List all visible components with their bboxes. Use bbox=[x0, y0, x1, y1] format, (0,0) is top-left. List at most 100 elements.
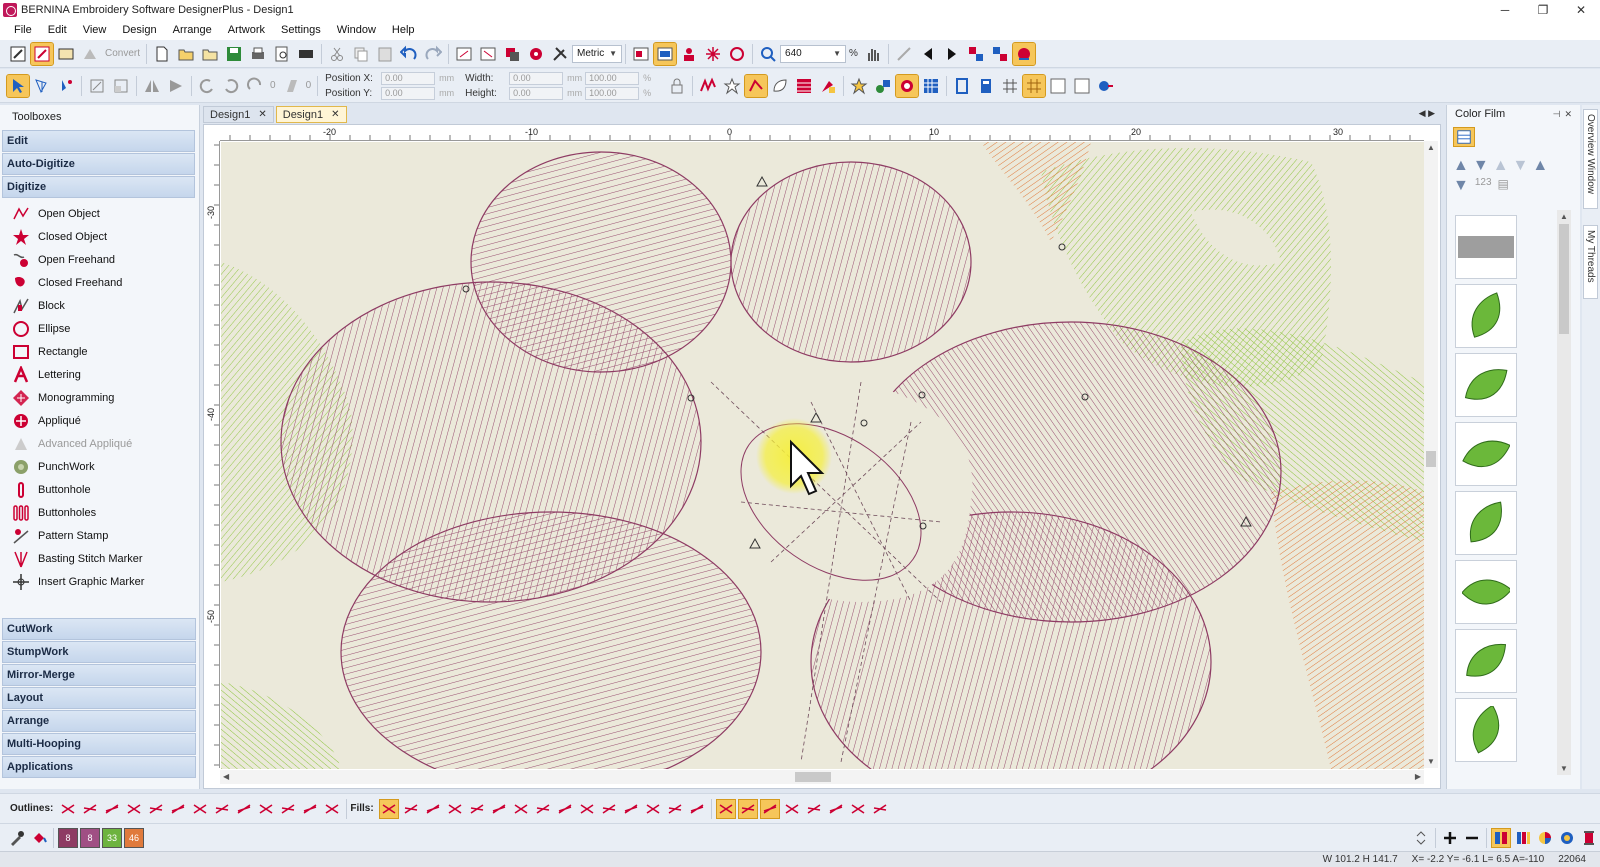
toolbox-mirror-merge[interactable]: Mirror-Merge bbox=[2, 664, 196, 686]
brush-icon[interactable] bbox=[817, 75, 839, 97]
previous-icon[interactable] bbox=[917, 43, 939, 65]
scroll-up-icon[interactable]: ▲ bbox=[1427, 143, 1435, 152]
pattern-fill-icon[interactable] bbox=[424, 800, 442, 818]
rotate-left-icon[interactable] bbox=[196, 75, 218, 97]
new-file-icon[interactable] bbox=[151, 43, 173, 65]
close-tab-icon[interactable]: ✕ bbox=[331, 109, 339, 120]
fancy-fill-icon[interactable] bbox=[446, 800, 464, 818]
menu-settings[interactable]: Settings bbox=[273, 24, 329, 36]
move-last-icon[interactable]: ▼ bbox=[1513, 157, 1529, 175]
tool-buttonhole[interactable]: Buttonhole bbox=[0, 478, 199, 501]
tool-pattern-stamp[interactable]: Pattern Stamp bbox=[0, 524, 199, 547]
scroll-left-icon[interactable]: ◀ bbox=[223, 772, 229, 781]
next-icon[interactable] bbox=[941, 43, 963, 65]
machine-connect-icon[interactable] bbox=[1095, 75, 1117, 97]
paste-icon[interactable] bbox=[374, 43, 396, 65]
tool-lettering[interactable]: Lettering bbox=[0, 363, 199, 386]
toolbox-layout[interactable]: Layout bbox=[2, 687, 196, 709]
tool-rectangle[interactable]: Rectangle bbox=[0, 340, 199, 363]
show-all-colors-icon[interactable] bbox=[1453, 127, 1475, 147]
move-top-icon[interactable]: ▲ bbox=[1532, 157, 1548, 175]
grid-fill-icon[interactable] bbox=[920, 75, 942, 97]
tab-scroll-arrows-icon[interactable]: ◀ ▶ bbox=[1419, 108, 1435, 119]
pattern-fill-icon[interactable] bbox=[895, 73, 920, 98]
tool-applique[interactable]: Appliqué bbox=[0, 409, 199, 432]
tool-punchwork[interactable]: PunchWork bbox=[0, 455, 199, 478]
tool-monogramming[interactable]: Monogramming bbox=[0, 386, 199, 409]
menu-edit[interactable]: Edit bbox=[40, 24, 75, 36]
hoop-icon[interactable] bbox=[55, 43, 77, 65]
save-icon[interactable] bbox=[223, 43, 245, 65]
show-stitches-icon[interactable] bbox=[702, 43, 724, 65]
wave-fill-icon[interactable] bbox=[644, 800, 662, 818]
shapes-icon[interactable] bbox=[872, 75, 894, 97]
thread-color-chip[interactable]: 46 bbox=[124, 827, 144, 848]
satin-outline-icon[interactable] bbox=[125, 800, 143, 818]
tool-open-freehand[interactable]: Open Freehand bbox=[0, 248, 199, 271]
color-film-scroll-thumb[interactable] bbox=[1559, 224, 1569, 334]
rotate-value[interactable]: 0 bbox=[270, 80, 276, 91]
export-machine-icon[interactable] bbox=[295, 43, 317, 65]
paint-bucket-icon[interactable] bbox=[30, 829, 48, 847]
spinner-icon[interactable] bbox=[1412, 829, 1430, 847]
select-arrow-icon[interactable] bbox=[6, 73, 30, 98]
polygon-select-icon[interactable] bbox=[31, 75, 53, 97]
toolbox-edit[interactable]: Edit bbox=[2, 130, 195, 152]
star-fill-icon[interactable] bbox=[600, 800, 618, 818]
height-field[interactable]: 0.00 bbox=[509, 86, 564, 100]
tab-design1[interactable]: Design1 ✕ bbox=[203, 106, 274, 123]
gradient-icon[interactable] bbox=[737, 798, 758, 819]
stipple-icon[interactable] bbox=[827, 800, 845, 818]
convert-icon[interactable] bbox=[79, 43, 101, 65]
rotate-angle-icon[interactable] bbox=[244, 75, 266, 97]
move-bottom-icon[interactable]: ▼ bbox=[1453, 177, 1469, 195]
vertical-scroll-thumb[interactable] bbox=[1426, 451, 1436, 467]
tool-advanced-applique[interactable]: Advanced Appliqué bbox=[0, 432, 199, 455]
single-outline-icon[interactable] bbox=[59, 800, 77, 818]
satin-fill-icon[interactable] bbox=[402, 800, 420, 818]
tool-closed-freehand[interactable]: Closed Freehand bbox=[0, 271, 199, 294]
color-film-swatch-leaf-1[interactable] bbox=[1455, 284, 1517, 348]
color-film-scrollbar[interactable]: ▲ ▼ bbox=[1557, 210, 1571, 775]
show-grid-icon[interactable] bbox=[726, 43, 748, 65]
scroll-down-icon[interactable]: ▼ bbox=[1560, 764, 1568, 773]
slant-icon[interactable] bbox=[280, 75, 302, 97]
square-outline-icon[interactable] bbox=[257, 800, 275, 818]
group-icon[interactable]: ▤ bbox=[1498, 177, 1509, 195]
toolbox-applications[interactable]: Applications bbox=[2, 756, 196, 778]
radial-fill-icon[interactable] bbox=[468, 800, 486, 818]
position-y-field[interactable]: 0.00 bbox=[381, 86, 436, 100]
lock-proportions-icon[interactable] bbox=[666, 75, 688, 97]
menu-arrange[interactable]: Arrange bbox=[165, 24, 220, 36]
position-x-field[interactable]: 0.00 bbox=[381, 71, 436, 85]
pan-hand-icon[interactable] bbox=[862, 43, 884, 65]
show-design-icon[interactable] bbox=[653, 41, 678, 66]
overview-window-tab[interactable]: Overview Window bbox=[1583, 109, 1598, 209]
restore-button[interactable]: ❐ bbox=[1524, 0, 1562, 20]
zoom-icon[interactable] bbox=[757, 43, 779, 65]
mirror-horizontal-icon[interactable] bbox=[141, 75, 163, 97]
tools-icon[interactable] bbox=[549, 43, 571, 65]
blanket-outline-icon[interactable] bbox=[103, 800, 121, 818]
step-fill-icon[interactable] bbox=[378, 798, 399, 819]
menu-artwork[interactable]: Artwork bbox=[220, 24, 273, 36]
thread-color-chip[interactable]: 8 bbox=[80, 827, 100, 848]
node-marker[interactable] bbox=[756, 175, 768, 187]
tool-ellipse[interactable]: Ellipse bbox=[0, 317, 199, 340]
heart-fill-icon[interactable] bbox=[490, 800, 508, 818]
sequence-icon[interactable] bbox=[989, 43, 1011, 65]
menu-view[interactable]: View bbox=[75, 24, 115, 36]
scroll-right-icon[interactable]: ▶ bbox=[1415, 772, 1421, 781]
width-percent-field[interactable]: 100.00 bbox=[585, 71, 640, 85]
color-film-swatch-leaf-4[interactable] bbox=[1455, 491, 1517, 555]
horizontal-scroll-thumb[interactable] bbox=[795, 772, 831, 782]
scale-icon[interactable] bbox=[86, 75, 108, 97]
my-threads-tab[interactable]: My Threads bbox=[1583, 225, 1598, 299]
grid-icon[interactable] bbox=[999, 75, 1021, 97]
slant-value[interactable]: 0 bbox=[306, 80, 312, 91]
width-field[interactable]: 0.00 bbox=[509, 71, 564, 85]
toolbox-cutwork[interactable]: CutWork bbox=[2, 618, 196, 640]
backstitch-outline-icon[interactable] bbox=[191, 800, 209, 818]
menu-design[interactable]: Design bbox=[114, 24, 164, 36]
motif-fill-icon[interactable] bbox=[622, 800, 640, 818]
